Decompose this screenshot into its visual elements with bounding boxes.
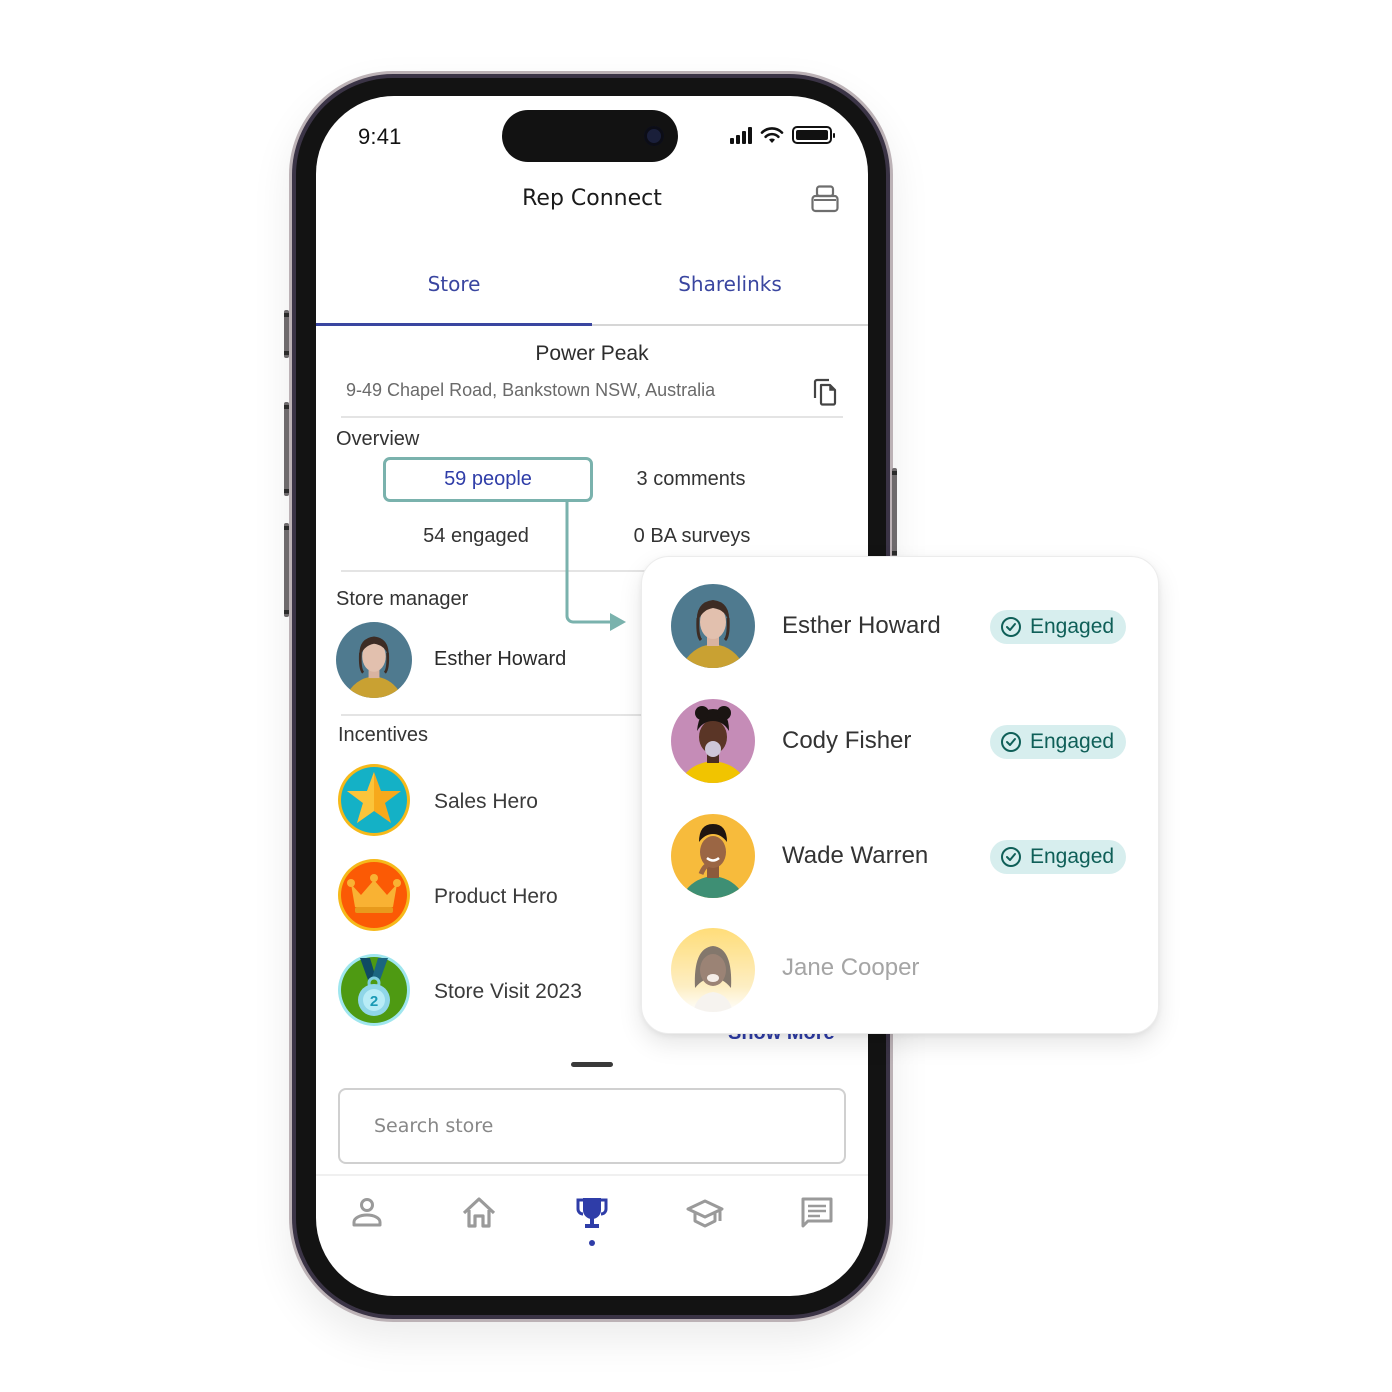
incentives-label: Incentives: [338, 724, 429, 746]
list-item[interactable]: Esther Howard Engaged: [642, 577, 1158, 677]
cellular-signal-icon: [730, 126, 752, 144]
app-title: Rep Connect: [522, 186, 662, 211]
portrait-cody-icon: [671, 699, 755, 783]
avatar: [671, 928, 755, 1012]
avatar: [671, 814, 755, 898]
battery-icon: [792, 126, 835, 144]
person-name: Cody Fisher: [782, 727, 912, 754]
ba-surveys-count: 0 BA surveys: [633, 525, 751, 547]
check-circle-icon: [1001, 847, 1021, 867]
avatar: [671, 699, 755, 783]
store-bag-icon[interactable]: [810, 184, 840, 214]
person-icon[interactable]: [347, 1194, 387, 1234]
divider: [341, 416, 843, 418]
status-badge: Engaged: [990, 840, 1126, 874]
people-popup: Esther Howard Engaged Cody Fisher Engage…: [641, 556, 1159, 1034]
list-item[interactable]: Wade Warren Engaged: [642, 807, 1158, 907]
tab-sharelinks[interactable]: Sharelinks: [592, 266, 868, 324]
check-circle-icon: [1001, 732, 1021, 752]
chat-icon[interactable]: [797, 1194, 837, 1234]
tab-bar: Store Sharelinks: [316, 266, 868, 326]
status-icons: [730, 126, 835, 144]
status-label: Engaged: [1030, 615, 1115, 638]
bottom-nav-divider: [316, 1174, 868, 1176]
status-time: 9:41: [358, 124, 402, 149]
status-badge: Engaged: [990, 610, 1126, 644]
portrait-jane-icon: [671, 928, 755, 1012]
person-name: Esther Howard: [782, 612, 941, 639]
medal-badge-icon: 2: [338, 954, 410, 1026]
portrait-wade-icon: [671, 814, 755, 898]
camera-icon: [644, 126, 664, 146]
store-manager-label: Store manager: [336, 588, 469, 610]
home-icon[interactable]: [459, 1194, 499, 1234]
store-manager-avatar: [336, 622, 412, 698]
dynamic-island: [502, 110, 678, 162]
status-label: Engaged: [1030, 845, 1115, 868]
person-name: Wade Warren: [782, 842, 929, 869]
status-badge: Engaged: [990, 725, 1126, 759]
check-circle-icon: [1001, 617, 1021, 637]
portrait-esther-icon: [336, 622, 412, 698]
incentive-label: Store Visit 2023: [434, 980, 582, 1003]
active-nav-indicator: [589, 1240, 595, 1246]
people-count-button[interactable]: 59 people: [383, 457, 593, 502]
store-address: 9-49 Chapel Road, Bankstown NSW, Austral…: [346, 380, 716, 400]
comments-count: 3 comments: [636, 468, 746, 490]
medal-number: 2: [370, 993, 378, 1010]
list-item[interactable]: Jane Cooper: [642, 921, 1158, 1021]
power-button: [892, 468, 897, 558]
search-store-input[interactable]: Search store: [338, 1088, 846, 1164]
person-name: Jane Cooper: [782, 954, 920, 981]
store-name: Power Peak: [535, 342, 649, 365]
store-manager-name: Esther Howard: [434, 648, 567, 670]
portrait-esther-icon: [671, 584, 755, 668]
tab-store[interactable]: Store: [316, 266, 592, 326]
sheet-drag-handle[interactable]: [571, 1062, 613, 1067]
volume-up-button: [284, 402, 289, 496]
action-button: [284, 310, 289, 358]
engaged-count: 54 engaged: [423, 525, 529, 547]
volume-down-button: [284, 523, 289, 617]
graduation-cap-icon[interactable]: [685, 1194, 725, 1234]
star-badge-icon: [338, 764, 410, 836]
status-label: Engaged: [1030, 730, 1115, 753]
trophy-icon[interactable]: [572, 1194, 612, 1234]
copy-icon[interactable]: [812, 378, 838, 406]
crown-badge-icon: [338, 859, 410, 931]
wifi-icon: [760, 127, 784, 143]
avatar: [671, 584, 755, 668]
incentive-label: Sales Hero: [434, 790, 538, 813]
incentive-label: Product Hero: [434, 885, 558, 908]
overview-label: Overview: [336, 428, 420, 450]
list-item[interactable]: Cody Fisher Engaged: [642, 692, 1158, 792]
